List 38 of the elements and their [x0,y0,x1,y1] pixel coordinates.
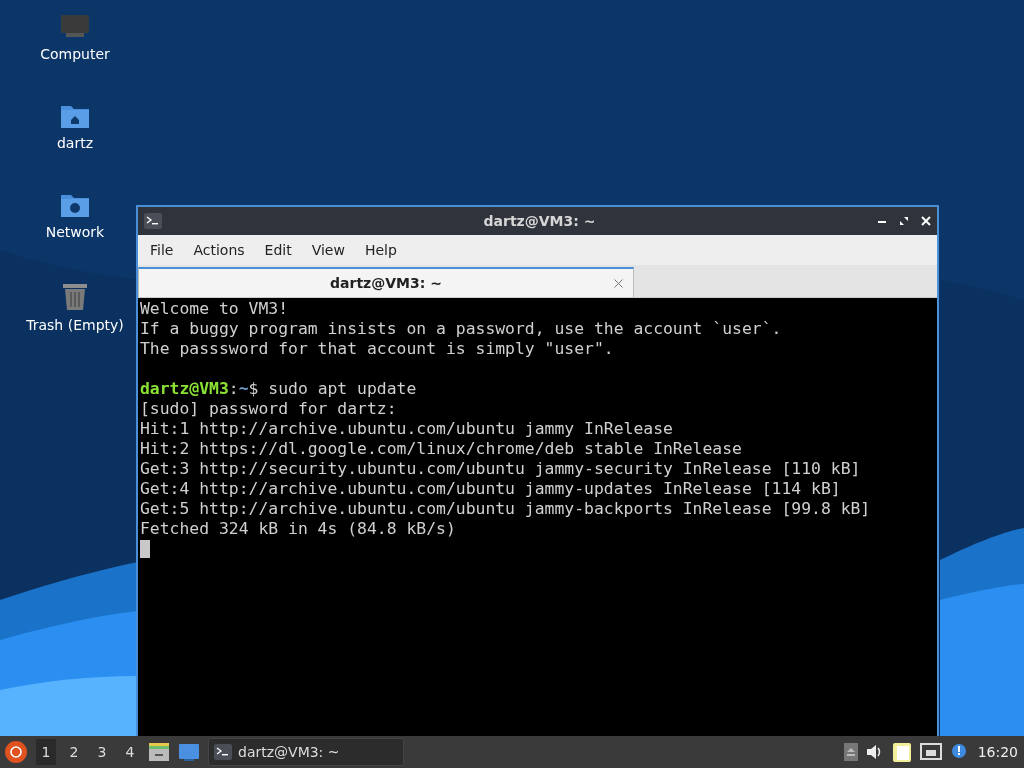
start-menu-icon[interactable] [4,740,28,764]
menu-item[interactable]: View [301,242,355,258]
workspace-button[interactable]: 4 [120,739,140,765]
terminal-line: The passsword for that account is simply "user". [140,339,614,358]
clock[interactable]: 16:20 [977,744,1020,760]
terminal-line: Hit:2 https://dl.google.com/linux/chrome/deb stable InRelease [140,439,742,458]
maximize-icon[interactable] [899,216,909,226]
desktop-icon-label[interactable]: Trash (Empty) [26,317,124,333]
trash-icon[interactable] [62,281,88,311]
desktop-icon[interactable] [178,742,200,762]
file-manager-icon[interactable] [148,742,170,762]
menu-item[interactable]: Help [354,242,407,258]
window-title: dartz@VM3: ~ [482,213,597,229]
menu-item[interactable]: Edit [254,242,302,258]
clipboard-icon[interactable] [891,741,912,763]
terminal-line: Fetched 324 kB in 4s (84.8 kB/s) [140,519,456,538]
eject-icon[interactable] [843,743,858,761]
menu-item[interactable]: File [140,242,184,258]
desktop-icon-label[interactable]: Network [45,224,105,240]
workspace-button[interactable]: 3 [92,739,112,765]
taskbar-window-button[interactable]: dartz@VM3: ~ [208,738,404,766]
menu-item[interactable]: Actions [183,242,255,258]
terminal-icon [144,213,162,229]
terminal-line: Get:3 http://security.ubuntu.com/ubuntu jammy-security InRelease [110 kB] [140,459,861,478]
prompt-line: dartz@VM3:~$ sudo apt update [140,379,417,398]
terminal-line: Get:5 http://archive.ubuntu.com/ubuntu jammy-backports InRelease [99.8 kB] [140,499,871,518]
terminal-line: If a buggy program insists on a password, use the account `user`. [140,319,782,338]
workspace-button[interactable]: 2 [64,739,84,765]
terminal-line: Hit:1 http://archive.ubuntu.com/ubuntu jammy InRelease [140,419,673,438]
workspace-button[interactable]: 1 [36,739,56,765]
terminal-line: Welcome to VM3! [140,299,289,318]
ethernet-icon[interactable] [919,742,942,762]
desktop-icon-label[interactable]: Computer [40,46,110,62]
desktop-icon-label[interactable]: dartz [56,135,94,151]
terminal-line: [sudo] password for dartz: [140,399,397,418]
tab[interactable]: dartz@VM3: ~ [138,267,634,297]
terminal-line: Get:4 http://archive.ubuntu.com/ubuntu jammy-updates InRelease [114 kB] [140,479,841,498]
terminal-icon [214,744,232,760]
